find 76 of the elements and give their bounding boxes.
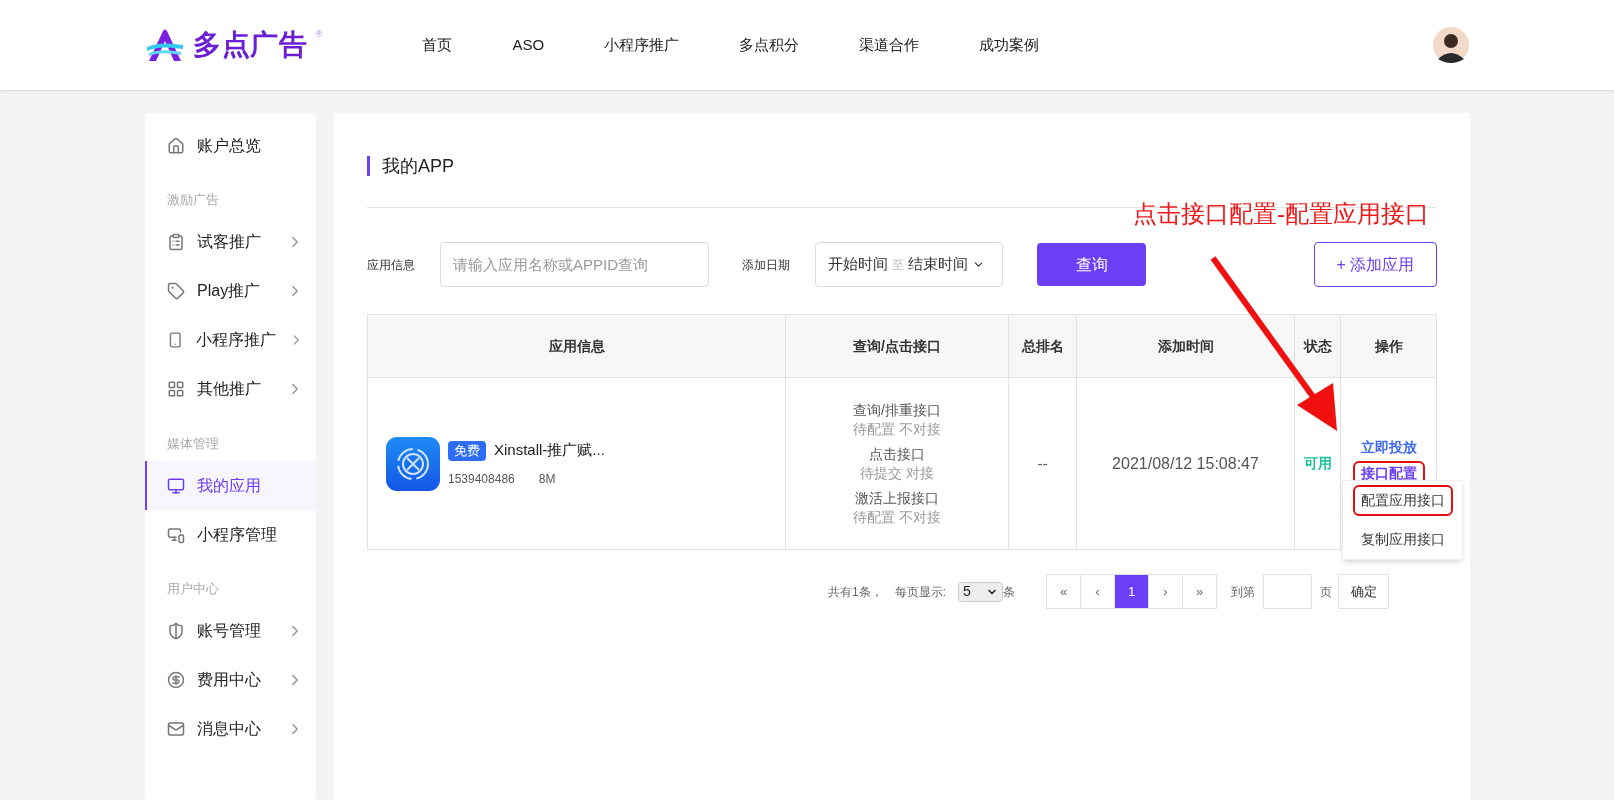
- section-heading: 媒体管理: [166, 434, 220, 453]
- app-name[interactable]: Xinstall-推广赋...: [494, 439, 605, 462]
- interface-name: 激活上报接口: [855, 488, 939, 508]
- confirm-button[interactable]: 确定: [1338, 574, 1389, 609]
- registered-mark: ®: [315, 28, 323, 41]
- menu-item[interactable]: 配置应用接口: [1352, 485, 1453, 516]
- goto-label: 到第: [1231, 583, 1255, 601]
- sidebar-item[interactable]: 试客推广: [145, 217, 316, 267]
- column-header: 状态: [1294, 314, 1341, 378]
- page-button[interactable]: «: [1046, 574, 1081, 609]
- page-button[interactable]: ‹: [1080, 574, 1115, 609]
- nav-link[interactable]: ASO: [512, 33, 545, 57]
- home-icon: [167, 136, 185, 155]
- per-page-select[interactable]: 5: [958, 581, 1003, 602]
- free-badge: 免费: [448, 440, 486, 461]
- interface-name: 查询/排重接口: [853, 400, 941, 420]
- annotation-text: 点击接口配置-配置应用接口: [1133, 199, 1429, 229]
- sidebar-item[interactable]: Play推广: [145, 266, 316, 316]
- logo-icon: [145, 27, 185, 63]
- logo-text: 多点广告: [193, 28, 308, 62]
- clipboard-icon: [167, 233, 185, 251]
- section-heading: 用户中心: [166, 580, 220, 598]
- action-link[interactable]: 立即投放: [1352, 434, 1425, 459]
- page-unit: 页: [1320, 583, 1332, 601]
- menu-item[interactable]: 复制应用接口: [1352, 524, 1453, 555]
- total-count: 共有1条，: [827, 583, 883, 601]
- sidebar-item[interactable]: 其他推广: [145, 364, 316, 414]
- field-label: 添加日期: [742, 256, 791, 274]
- nav-link[interactable]: 首页: [422, 33, 453, 57]
- per-page-unit: 条: [1003, 583, 1015, 601]
- app-size: 8M: [538, 470, 556, 488]
- grid-icon: [167, 380, 185, 398]
- search-button[interactable]: 查询: [1037, 243, 1146, 286]
- interface-status: 待提交 对接: [860, 463, 934, 483]
- section-heading: 激励广告: [166, 191, 220, 209]
- page-button[interactable]: 1: [1114, 574, 1149, 609]
- add-app-button[interactable]: + 添加应用: [1314, 242, 1437, 287]
- page-title: 我的APP: [382, 154, 455, 178]
- sidebar-item[interactable]: 账号管理: [145, 606, 316, 656]
- interface-status: 待配置 不对接: [853, 419, 941, 439]
- tag-icon: [167, 282, 185, 300]
- app-search-field[interactable]: 请输入应用名称或APPID查询: [440, 242, 709, 287]
- interface-status: 待配置 不对接: [853, 507, 941, 527]
- page-number-field[interactable]: [1263, 574, 1312, 609]
- nav-link[interactable]: 成功案例: [979, 33, 1040, 57]
- shield-icon: [167, 622, 185, 640]
- nav-link[interactable]: 多点积分: [739, 33, 800, 57]
- column-header: 应用信息: [367, 314, 786, 378]
- page-button[interactable]: »: [1182, 574, 1217, 609]
- sidebar-item[interactable]: 小程序管理: [145, 510, 316, 559]
- coin-icon: [167, 671, 185, 689]
- sidebar-item[interactable]: 账户总览: [145, 121, 316, 170]
- sidebar-item[interactable]: 费用中心: [145, 655, 316, 705]
- nav-link[interactable]: 渠道合作: [859, 33, 920, 57]
- monitor-icon: [167, 476, 185, 495]
- app-id: 1539408486: [448, 470, 515, 488]
- column-header: 添加时间: [1076, 314, 1295, 378]
- column-header: 总排名: [1008, 314, 1077, 378]
- interface-name: 点击接口: [869, 444, 925, 464]
- avatar[interactable]: [1433, 27, 1469, 63]
- date-range-field[interactable]: 开始时间 至 结束时间: [815, 242, 1003, 287]
- per-page-label: 每页显示:: [894, 583, 946, 601]
- sidebar-item[interactable]: 消息中心: [145, 704, 316, 754]
- sidebar-item[interactable]: 我的应用: [145, 461, 316, 510]
- date-cell: 2021/08/12 15:08:47: [1076, 377, 1295, 550]
- phone-icon: [167, 331, 184, 349]
- mail-icon: [167, 720, 185, 738]
- monitor-icon: [167, 525, 185, 544]
- column-header: 查询/点击接口: [785, 314, 1009, 378]
- app-icon: [386, 436, 440, 491]
- column-header: 操作: [1340, 314, 1437, 378]
- page-button[interactable]: ›: [1148, 574, 1183, 609]
- nav-link[interactable]: 小程序推广: [604, 33, 680, 57]
- rank-cell: --: [1008, 377, 1077, 550]
- sidebar-item[interactable]: 小程序推广: [145, 315, 316, 365]
- field-label: 应用信息: [367, 256, 416, 274]
